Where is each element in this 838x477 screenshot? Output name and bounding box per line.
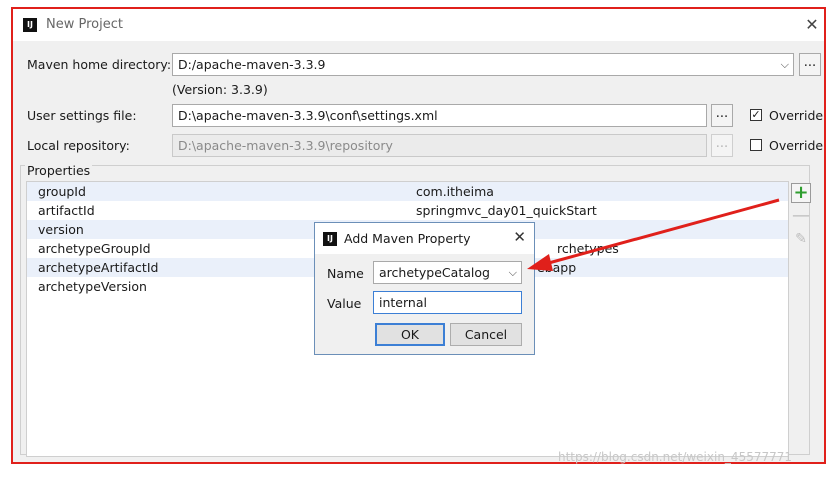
- name-combobox[interactable]: archetypeCatalog ⌵: [373, 261, 522, 284]
- value-label: Value: [327, 296, 362, 311]
- intellij-icon: IJ: [323, 232, 337, 246]
- property-key: archetypeArtifactId: [38, 260, 159, 275]
- property-value: ebapp: [537, 260, 577, 275]
- chevron-down-icon: ⌵: [508, 266, 517, 279]
- user-settings-label: User settings file:: [27, 108, 137, 123]
- minus-icon[interactable]: —: [791, 206, 811, 226]
- local-repo-override-label: Override: [769, 138, 824, 153]
- maven-home-select[interactable]: D:/apache-maven-3.3.9 ⌵: [172, 53, 794, 76]
- property-key: archetypeVersion: [38, 279, 147, 294]
- ok-button[interactable]: OK: [375, 323, 445, 346]
- maven-home-value: D:/apache-maven-3.3.9: [178, 57, 326, 72]
- property-key: groupId: [38, 184, 86, 199]
- property-key: artifactId: [38, 203, 95, 218]
- table-row[interactable]: groupId com.itheima: [27, 182, 788, 201]
- close-icon[interactable]: ✕: [513, 228, 526, 246]
- properties-toolbar: + — ✎: [791, 183, 811, 252]
- local-repo-label: Local repository:: [27, 138, 130, 153]
- user-settings-override-checkbox[interactable]: ✓: [750, 109, 762, 121]
- name-value: archetypeCatalog: [379, 265, 490, 280]
- intellij-icon: IJ: [23, 18, 37, 32]
- property-value: springmvc_day01_quickStart: [416, 203, 597, 218]
- name-label: Name: [327, 266, 364, 281]
- cancel-button[interactable]: Cancel: [450, 323, 522, 346]
- user-settings-input[interactable]: D:\apache-maven-3.3.9\conf\settings.xml: [172, 104, 707, 127]
- chevron-down-icon: ⌵: [780, 58, 789, 71]
- dialog-title-bar: IJ Add Maven Property ✕: [315, 223, 534, 254]
- window-title: New Project: [46, 17, 123, 32]
- property-value: rchetypes: [557, 241, 619, 256]
- property-key: version: [38, 222, 84, 237]
- value-input[interactable]: internal: [373, 291, 522, 314]
- property-key: archetypeGroupId: [38, 241, 151, 256]
- maven-home-label: Maven home directory:: [27, 57, 172, 72]
- plus-icon[interactable]: +: [791, 183, 811, 203]
- properties-legend: Properties: [25, 163, 93, 178]
- maven-home-browse-button[interactable]: ...: [799, 53, 821, 76]
- close-icon[interactable]: ✕: [800, 15, 824, 35]
- local-repo-browse-button: ...: [711, 134, 733, 157]
- pencil-icon[interactable]: ✎: [791, 229, 811, 249]
- user-settings-override-label: Override: [769, 108, 824, 123]
- local-repo-override-checkbox[interactable]: [750, 139, 762, 151]
- property-value: com.itheima: [416, 184, 494, 199]
- add-maven-property-dialog: IJ Add Maven Property ✕ Name archetypeCa…: [314, 222, 535, 355]
- title-bar: IJ New Project ✕: [13, 9, 824, 41]
- watermark: https://blog.csdn.net/weixin_45577771: [558, 450, 793, 464]
- maven-version-text: (Version: 3.3.9): [172, 82, 268, 97]
- local-repo-input: D:\apache-maven-3.3.9\repository: [172, 134, 707, 157]
- user-settings-browse-button[interactable]: ...: [711, 104, 733, 127]
- table-row[interactable]: artifactId springmvc_day01_quickStart: [27, 201, 788, 220]
- dialog-title: Add Maven Property: [344, 231, 471, 246]
